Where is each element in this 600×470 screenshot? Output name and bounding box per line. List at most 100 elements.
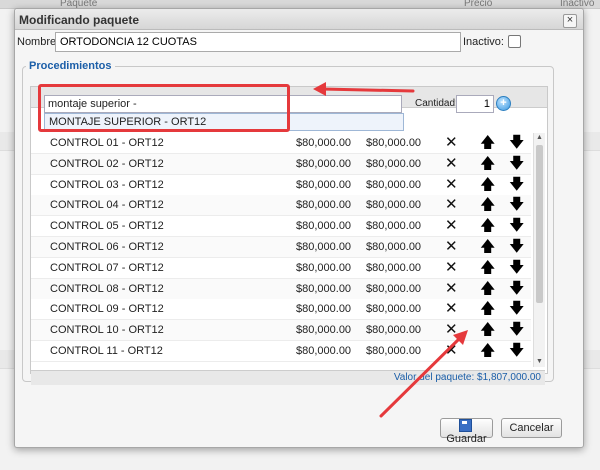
procedure-name: CONTROL 08 - ORT12 — [50, 282, 164, 295]
procedure-row[interactable]: CONTROL 05 - ORT12 $80,000.00 $80,000.00 ✕ 🡅… — [31, 216, 531, 238]
scroll-up-arrow-icon[interactable]: ▲ — [534, 133, 545, 143]
delete-x-icon[interactable]: ✕ — [445, 197, 458, 212]
delete-x-icon[interactable]: ✕ — [445, 239, 458, 254]
procedure-name: CONTROL 07 - ORT12 — [50, 261, 164, 274]
procedure-search-input[interactable] — [44, 95, 402, 113]
procedure-unit-price: $80,000.00 — [296, 241, 352, 253]
procedure-row[interactable]: CONTROL 08 - ORT12 $80,000.00 $80,000.00 ✕ 🡅… — [31, 278, 531, 300]
procedures-legend: Procedimientos — [26, 60, 115, 72]
procedure-name: CONTROL 05 - ORT12 — [50, 220, 164, 233]
move-up-arrow-icon[interactable]: 🡅 — [480, 135, 495, 150]
procedure-row[interactable]: CONTROL 03 - ORT12 $80,000.00 $80,000.00 ✕ 🡅… — [31, 174, 531, 196]
procedure-unit-price: $80,000.00 — [296, 157, 352, 170]
procedure-total-price: $80,000.00 — [366, 157, 422, 170]
move-down-arrow-icon[interactable]: 🡇 — [509, 218, 524, 233]
move-down-arrow-icon[interactable]: 🡇 — [509, 260, 524, 275]
procedure-name: CONTROL 03 - ORT12 — [50, 178, 164, 191]
procedure-unit-price: $80,000.00 — [296, 137, 352, 149]
procedure-total-price: $80,000.00 — [366, 324, 422, 337]
move-down-arrow-icon[interactable]: 🡇 — [509, 156, 524, 171]
delete-x-icon[interactable]: ✕ — [445, 156, 458, 171]
procedure-unit-price: $80,000.00 — [296, 282, 352, 295]
grid-scrollbar[interactable]: ▲ ▼ — [533, 133, 545, 367]
save-button[interactable]: Guardar — [440, 418, 493, 445]
move-down-arrow-icon[interactable]: 🡇 — [509, 281, 524, 296]
procedure-name: CONTROL 04 - ORT12 — [50, 199, 164, 212]
delete-x-icon[interactable]: ✕ — [445, 301, 458, 316]
move-up-arrow-icon[interactable]: 🡅 — [480, 239, 495, 254]
procedure-row[interactable]: CONTROL 02 - ORT12 $80,000.00 $80,000.00 ✕ 🡅… — [31, 153, 531, 175]
delete-x-icon[interactable]: ✕ — [445, 343, 458, 358]
delete-x-icon[interactable]: ✕ — [445, 260, 458, 275]
delete-x-icon[interactable]: ✕ — [445, 177, 458, 192]
background-col-inactivo: Inactivo — [560, 0, 595, 8]
procedure-row[interactable]: CONTROL 10 - ORT12 $80,000.00 $80,000.00 ✕ 🡅… — [31, 320, 531, 342]
procedure-unit-price: $80,000.00 — [296, 220, 352, 233]
inactive-checkbox[interactable] — [508, 35, 521, 48]
procedure-total-price: $80,000.00 — [366, 303, 422, 316]
procedure-row[interactable]: CONTROL 06 - ORT12 $80,000.00 $80,000.00 ✕ 🡅… — [31, 237, 531, 258]
scroll-down-arrow-icon[interactable]: ▼ — [534, 357, 545, 367]
package-total: Valor del paquete: $1,807,000.00 — [393, 372, 541, 383]
procedure-unit-price: $80,000.00 — [296, 261, 352, 274]
move-up-arrow-icon[interactable]: 🡅 — [480, 322, 495, 337]
procedure-unit-price: $80,000.00 — [296, 345, 352, 357]
procedure-row[interactable]: CONTROL 04 - ORT12 $80,000.00 $80,000.00 ✕ 🡅… — [31, 195, 531, 217]
total-bar: Valor del paquete: $1,807,000.00 — [31, 370, 545, 385]
background-col-precio: Precio — [464, 0, 493, 8]
dialog-titlebar: Modificando paquete × — [15, 9, 583, 30]
move-up-arrow-icon[interactable]: 🡅 — [480, 156, 495, 171]
procedure-unit-price: $80,000.00 — [296, 199, 352, 212]
procedure-name: CONTROL 10 - ORT12 — [50, 324, 164, 337]
move-up-arrow-icon[interactable]: 🡅 — [480, 301, 495, 316]
inactive-label: Inactivo: — [463, 36, 504, 48]
add-procedure-button[interactable]: + — [496, 96, 511, 111]
move-up-arrow-icon[interactable]: 🡅 — [480, 260, 495, 275]
procedure-total-price: $80,000.00 — [366, 345, 422, 357]
name-field[interactable] — [55, 32, 461, 52]
move-up-arrow-icon[interactable]: 🡅 — [480, 343, 495, 358]
procedure-row[interactable]: CONTROL 09 - ORT12 $80,000.00 $80,000.00 ✕ 🡅… — [31, 299, 531, 321]
move-down-arrow-icon[interactable]: 🡇 — [509, 343, 524, 358]
delete-x-icon[interactable]: ✕ — [445, 322, 458, 337]
background-col-paquete: Paquete — [60, 0, 98, 8]
move-down-arrow-icon[interactable]: 🡇 — [509, 135, 524, 150]
procedure-total-price: $80,000.00 — [366, 199, 422, 212]
procedure-total-price: $80,000.00 — [366, 241, 422, 253]
procedure-unit-price: $80,000.00 — [296, 324, 352, 337]
move-up-arrow-icon[interactable]: 🡅 — [480, 218, 495, 233]
procedure-total-price: $80,000.00 — [366, 282, 422, 295]
procedure-total-price: $80,000.00 — [366, 178, 422, 191]
procedure-row[interactable]: CONTROL 07 - ORT12 $80,000.00 $80,000.00 ✕ 🡅… — [31, 257, 531, 279]
move-down-arrow-icon[interactable]: 🡇 — [509, 177, 524, 192]
name-label: Nombre: — [17, 36, 60, 48]
procedure-row[interactable]: CONTROL 11 - ORT12 $80,000.00 $80,000.00 ✕ 🡅… — [31, 341, 531, 362]
procedure-name: CONTROL 02 - ORT12 — [50, 157, 164, 170]
delete-x-icon[interactable]: ✕ — [445, 281, 458, 296]
procedure-name: CONTROL 09 - ORT12 — [50, 303, 164, 316]
scroll-thumb[interactable] — [536, 145, 543, 303]
autocomplete-option[interactable]: MONTAJE SUPERIOR - ORT12 — [45, 114, 403, 130]
delete-x-icon[interactable]: ✕ — [445, 135, 458, 150]
procedure-total-price: $80,000.00 — [366, 261, 422, 274]
move-down-arrow-icon[interactable]: 🡇 — [509, 197, 524, 212]
procedures-rows: CONTROL 01 - ORT12 $80,000.00 $80,000.00 ✕ 🡅… — [31, 133, 531, 370]
move-down-arrow-icon[interactable]: 🡇 — [509, 239, 524, 254]
move-up-arrow-icon[interactable]: 🡅 — [480, 281, 495, 296]
procedure-total-price: $80,000.00 — [366, 137, 422, 149]
procedure-name: CONTROL 06 - ORT12 — [50, 241, 164, 253]
autocomplete-dropdown: MONTAJE SUPERIOR - ORT12 — [44, 113, 404, 131]
move-down-arrow-icon[interactable]: 🡇 — [509, 301, 524, 316]
save-button-label: Guardar — [446, 433, 487, 445]
procedure-row[interactable]: CONTROL 01 - ORT12 $80,000.00 $80,000.00 ✕ 🡅… — [31, 133, 531, 154]
move-up-arrow-icon[interactable]: 🡅 — [480, 177, 495, 192]
move-down-arrow-icon[interactable]: 🡇 — [509, 322, 524, 337]
cancel-button[interactable]: Cancelar — [501, 418, 562, 438]
procedure-name: CONTROL 11 - ORT12 — [50, 345, 163, 357]
dialog-title: Modificando paquete — [19, 13, 139, 27]
move-up-arrow-icon[interactable]: 🡅 — [480, 197, 495, 212]
close-button[interactable]: × — [563, 14, 577, 28]
quantity-field[interactable] — [456, 95, 494, 113]
delete-x-icon[interactable]: ✕ — [445, 218, 458, 233]
procedure-total-price: $80,000.00 — [366, 220, 422, 233]
